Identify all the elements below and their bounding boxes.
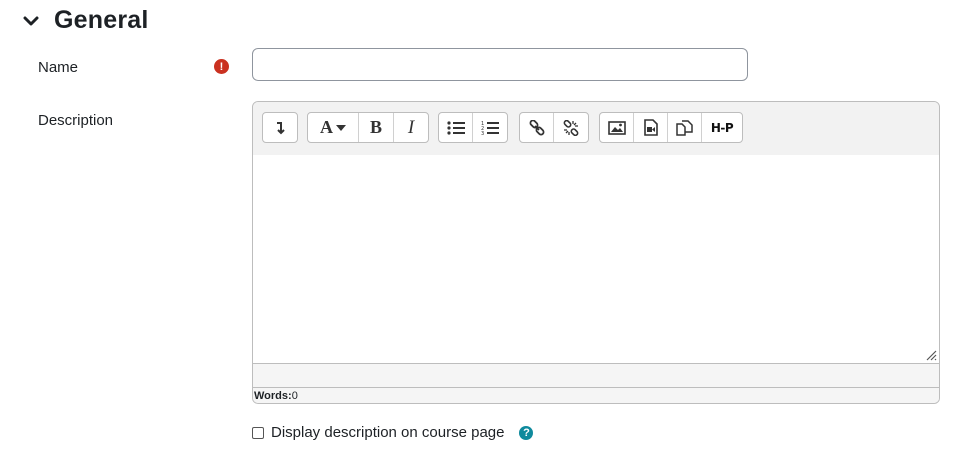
h5p-icon: H-P [710,120,734,135]
toolbar-group-lists: 1 2 3 [438,112,508,143]
description-label: Description [38,112,114,129]
word-count-label: Words: [254,390,292,402]
link-icon [529,119,544,135]
display-description-label[interactable]: Display description on course page [271,424,504,441]
word-count-bar: Words:0 [253,387,939,403]
numbered-list-icon: 1 2 3 [481,121,499,136]
manage-files-icon [676,119,693,136]
italic-button[interactable]: I [394,113,428,142]
link-button[interactable] [520,113,554,142]
display-description-checkbox[interactable] [252,426,264,439]
svg-text:3: 3 [481,131,484,136]
name-label: Name [38,59,79,76]
media-file-icon [643,119,658,136]
show-more-buttons[interactable] [263,113,297,142]
toolbar-group-media: H-P [599,112,743,143]
bullet-list-icon [446,120,465,135]
ordered-list-button[interactable]: 1 2 3 [473,113,507,142]
help-icon[interactable]: ? [519,425,534,440]
font-format-label: A [320,117,333,137]
required-icon: ! [214,59,229,74]
description-text-area[interactable] [253,155,939,364]
image-icon [607,120,626,135]
insert-h5p-button[interactable]: H-P [702,113,742,142]
display-description-row: Display description on course page ? [252,424,534,441]
toolbar-group-style: A B I [307,112,429,143]
bold-button[interactable]: B [359,113,394,142]
resize-handle-icon [926,350,937,361]
manage-files-button[interactable] [668,113,702,142]
section-header[interactable]: General [22,6,149,35]
caret-down-icon [336,124,346,131]
chevron-down-icon[interactable] [22,12,40,30]
description-editor: A B I 1 2 3 H-P Words:0 [252,101,940,404]
editor-toolbar: A B I 1 2 3 H-P [253,102,939,156]
paragraph-styles-button[interactable]: A [308,113,359,142]
insert-image-button[interactable] [600,113,634,142]
unordered-list-button[interactable] [439,113,473,142]
unlink-icon [563,119,579,136]
insert-media-button[interactable] [634,113,668,142]
unlink-button[interactable] [554,113,588,142]
word-count-value: 0 [291,390,298,402]
name-input[interactable] [252,48,748,81]
toolbar-group-links [519,112,589,143]
section-title: General [54,6,149,34]
toolbar-group-collapse [262,112,298,143]
collapse-toggle-icon [277,121,285,134]
